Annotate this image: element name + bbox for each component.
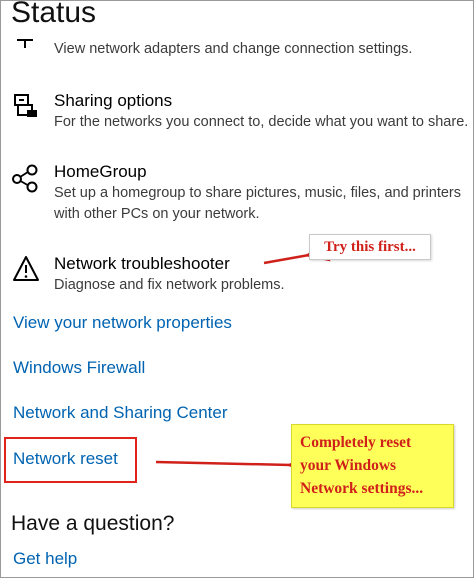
reset-explanation-callout: Completely reset your Windows Network se… [291, 424, 454, 508]
reset-arrow [155, 455, 312, 476]
callout-line-2: your Windows [300, 457, 397, 474]
settings-window: Status View network adapters and change … [0, 0, 474, 578]
callout-line-1: Completely reset [300, 434, 412, 451]
troubleshooter-arrow [263, 241, 331, 265]
callout-line-3: Network settings... [300, 480, 424, 497]
try-this-first-callout: Try this first... [309, 234, 431, 260]
